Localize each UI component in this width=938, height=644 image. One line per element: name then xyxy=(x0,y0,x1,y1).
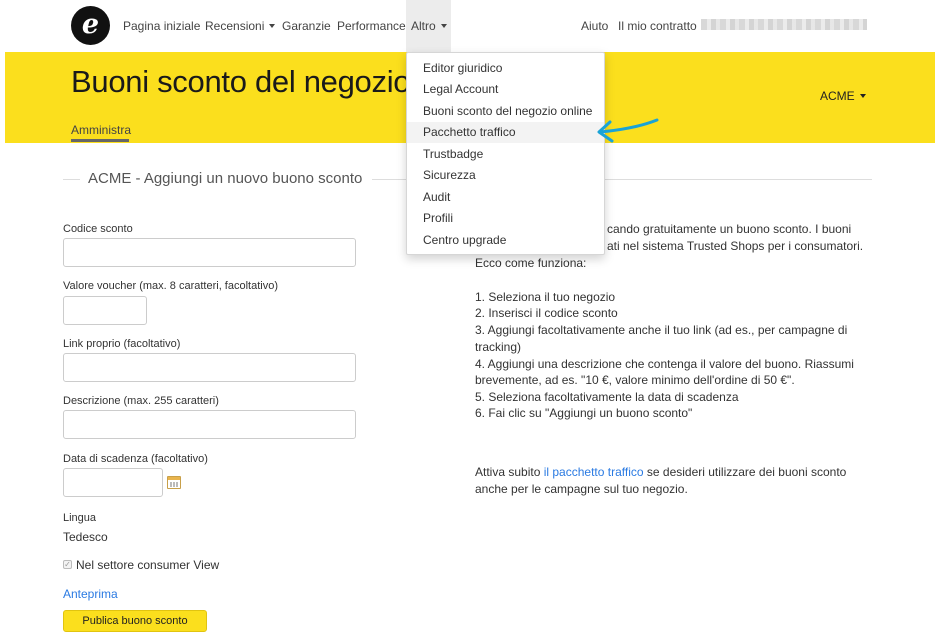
menu-item-trustbadge[interactable]: Trustbadge xyxy=(407,144,604,165)
menu-item-audit[interactable]: Audit xyxy=(407,187,604,208)
tab-amministra[interactable]: Amministra xyxy=(71,123,131,137)
altro-dropdown-menu: Editor giuridico Legal Account Buoni sco… xyxy=(406,52,605,255)
nav-item-help[interactable]: Aiuto xyxy=(581,19,608,33)
page-title: Buoni sconto del negozio xyxy=(71,64,411,99)
expiry-input[interactable] xyxy=(63,468,163,497)
info-step: brevemente, ad es. "10 €, valore minimo … xyxy=(475,373,795,387)
chevron-down-icon xyxy=(440,23,447,28)
info-step: 5. Seleziona facoltativamente la data di… xyxy=(475,390,739,404)
language-label: Lingua xyxy=(63,512,97,524)
description-input[interactable] xyxy=(63,410,356,439)
menu-item-legal-account[interactable]: Legal Account xyxy=(407,79,604,100)
voucher-input[interactable] xyxy=(63,296,147,325)
chevron-down-icon xyxy=(269,23,276,28)
divider xyxy=(63,179,80,180)
nav-item-recensioni[interactable]: Recensioni xyxy=(205,19,276,33)
info-how-it-works: Ecco come funziona: xyxy=(475,256,587,270)
link-label: Link proprio (facoltativo) xyxy=(63,338,181,350)
menu-item-sicurezza[interactable]: Sicurezza xyxy=(407,165,604,186)
nav-item-pagina-iniziale[interactable]: Pagina iniziale xyxy=(123,19,200,33)
nav-item-performance[interactable]: Performance xyxy=(337,19,406,33)
consumer-view-label: Nel settore consumer View xyxy=(76,558,220,572)
calendar-icon[interactable] xyxy=(167,476,181,489)
preview-link[interactable]: Anteprima xyxy=(63,587,118,601)
info-step: 6. Fai clic su "Aggiungi un buono sconto… xyxy=(475,406,693,420)
voucher-label: Valore voucher (max. 8 caratteri, facolt… xyxy=(63,280,278,292)
code-input[interactable] xyxy=(63,238,356,267)
menu-item-editor-giuridico[interactable]: Editor giuridico xyxy=(407,58,604,79)
expiry-label: Data di scadenza (facoltativo) xyxy=(63,453,208,465)
link-input[interactable] xyxy=(63,353,356,382)
info-intro-line2: ati nel sistema Trusted Shops per i cons… xyxy=(607,239,864,253)
nav-item-contract[interactable]: Il mio contratto xyxy=(618,19,697,33)
info-intro-line1: cando gratuitamente un buono sconto. I b… xyxy=(607,222,852,236)
publish-button[interactable]: Publica buono sconto xyxy=(63,610,207,632)
section-title: ACME - Aggiungi un nuovo buono sconto xyxy=(88,170,363,187)
menu-item-pacchetto-traffico[interactable]: Pacchetto traffico xyxy=(407,122,604,143)
info-cta-line2: anche per le campagne sul tuo negozio. xyxy=(475,482,688,496)
active-tab-indicator xyxy=(71,139,129,142)
nav-item-altro[interactable]: Altro xyxy=(411,19,447,33)
code-label: Codice sconto xyxy=(63,223,133,235)
language-value: Tedesco xyxy=(63,530,108,544)
info-step: 4. Aggiungi una descrizione che contenga… xyxy=(475,357,854,371)
menu-item-centro-upgrade[interactable]: Centro upgrade xyxy=(407,230,604,251)
shop-selector[interactable]: ACME xyxy=(820,89,866,103)
info-step: 3. Aggiungi facoltativamente anche il tu… xyxy=(475,323,848,337)
consumer-view-checkbox[interactable]: ✓ xyxy=(63,560,72,569)
menu-item-profili[interactable]: Profili xyxy=(407,208,604,229)
info-step: tracking) xyxy=(475,340,522,354)
top-navigation: e Pagina iniziale Recensioni Garanzie Pe… xyxy=(0,0,938,52)
e-logo-icon[interactable]: e xyxy=(71,6,110,45)
info-step: 1. Seleziona il tuo negozio xyxy=(475,290,616,304)
menu-item-buoni-sconto[interactable]: Buoni sconto del negozio online xyxy=(407,101,604,122)
info-cta: Attiva subito il pacchetto traffico se d… xyxy=(475,465,847,479)
user-account-redacted[interactable] xyxy=(701,19,867,30)
nav-item-garanzie[interactable]: Garanzie xyxy=(282,19,331,33)
chevron-down-icon xyxy=(859,93,866,98)
description-label: Descrizione (max. 255 caratteri) xyxy=(63,395,219,407)
info-step: 2. Inserisci il codice sconto xyxy=(475,306,618,320)
traffic-package-link[interactable]: il pacchetto traffico xyxy=(544,465,644,479)
arrow-annotation-icon xyxy=(597,118,659,143)
